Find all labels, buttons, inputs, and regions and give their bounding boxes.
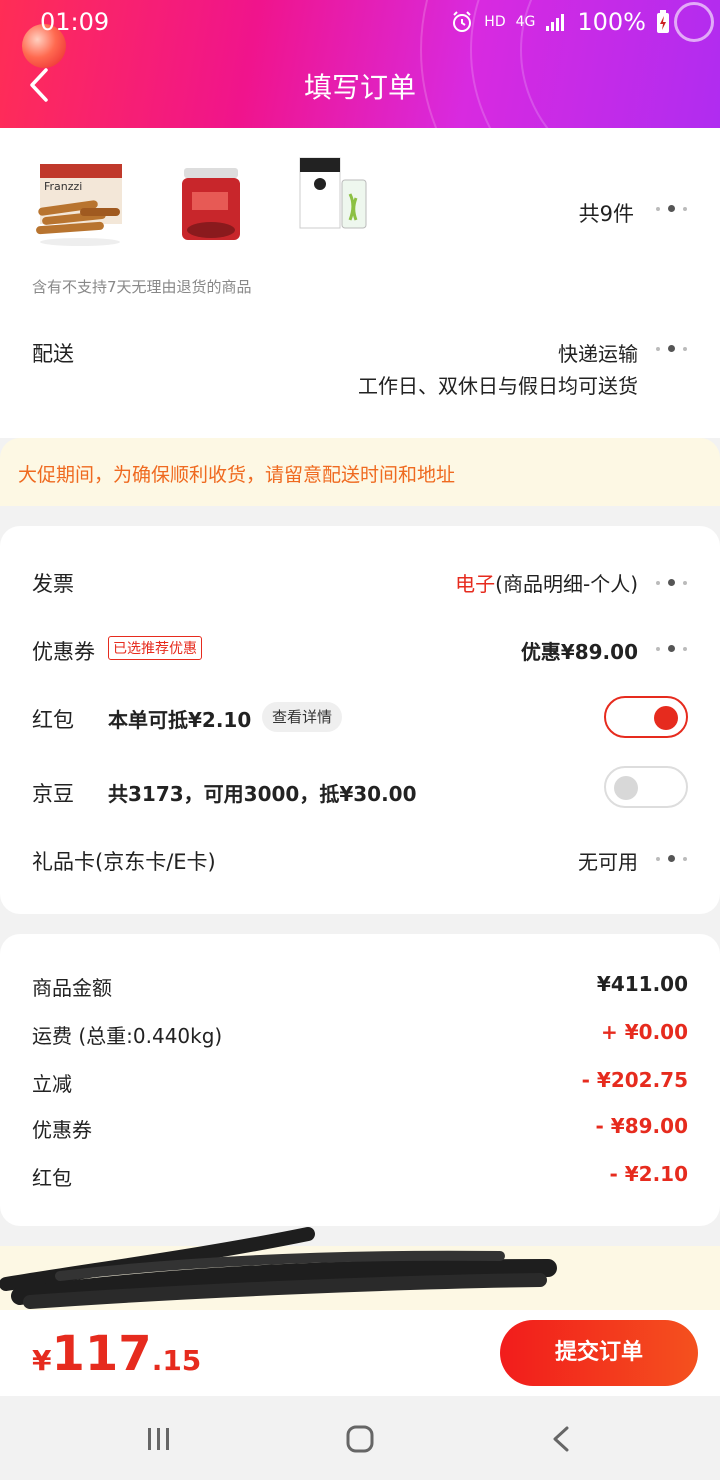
currency-symbol: ¥ [32, 1344, 52, 1377]
more-icon[interactable] [656, 344, 690, 354]
jingdou-toggle[interactable] [604, 766, 688, 808]
more-icon[interactable] [656, 578, 690, 588]
promo-banner: 大促期间，为确保顺利收货，请留意配送时间和地址 [0, 438, 720, 506]
back-nav-icon[interactable] [547, 1424, 577, 1454]
invoice-detail: (商品明细-个人) [495, 572, 638, 596]
summary-value: + ¥0.00 [601, 1020, 688, 1044]
summary-label: 立减 [32, 1072, 72, 1096]
total-integer: 117 [51, 1326, 152, 1382]
more-icon[interactable] [656, 204, 690, 214]
toggle-knob [654, 706, 678, 730]
view-details-button[interactable]: 查看详情 [262, 702, 343, 732]
summary-row-shipping: 运费 (总重:0.440kg) + ¥0.00 [32, 1020, 688, 1050]
more-icon[interactable] [656, 644, 690, 654]
summary-row-discount: 立减 - ¥202.75 [32, 1068, 688, 1098]
order-items-card: Franzzi 共9件 含有不支持7天无理由退货的商品 配送 快递运输 工作日、… [0, 128, 720, 438]
total-decimal: .15 [151, 1344, 202, 1377]
alarm-icon [453, 11, 472, 32]
invoice-type: 电子 [455, 572, 496, 596]
summary-label: 优惠券 [32, 1118, 92, 1142]
item-count[interactable]: 共9件 [579, 198, 634, 228]
system-nav-bar [0, 1396, 720, 1480]
price-summary-card: 商品金额 ¥411.00 运费 (总重:0.440kg) + ¥0.00 立减 … [0, 934, 720, 1226]
franzzi-cookies-image[interactable]: Franzzi [32, 160, 128, 250]
coupon-tag: 已选推荐优惠 [108, 636, 202, 660]
toggle-knob [614, 776, 638, 800]
payment-options-card: 发票 电子(商品明细-个人) 优惠券 已选推荐优惠 优惠¥89.00 红包 本单… [0, 526, 720, 914]
delivery-label: 配送 [32, 342, 74, 366]
checkout-bar: ¥117.15 提交订单 [0, 1310, 720, 1396]
summary-row-coupon: 优惠券 - ¥89.00 [32, 1114, 688, 1144]
status-time: 01:09 [40, 8, 110, 36]
recent-apps-icon[interactable] [144, 1424, 174, 1454]
summary-value: - ¥89.00 [595, 1114, 688, 1138]
red-packet-toggle[interactable] [604, 696, 688, 738]
gift-card-value[interactable]: 无可用 [578, 846, 638, 875]
network-indicator: 4G [515, 14, 536, 30]
invoice-label: 发票 [32, 572, 74, 596]
signal-icon [546, 14, 565, 31]
page-title: 填写订单 [303, 71, 416, 104]
red-packet-label: 红包 [32, 708, 74, 732]
summary-label: 商品金额 [32, 976, 112, 1000]
return-policy-note: 含有不支持7天无理由退货的商品 [32, 278, 252, 296]
summary-row-red-packet: 红包 - ¥2.10 [32, 1162, 688, 1192]
summary-value: - ¥202.75 [581, 1068, 688, 1092]
summary-value: ¥411.00 [596, 972, 688, 996]
tea-box-image[interactable] [294, 154, 390, 244]
home-icon[interactable] [345, 1424, 375, 1454]
summary-label: 红包 [32, 1166, 72, 1190]
gift-card-label: 礼品卡(京东卡/E卡) [32, 850, 216, 874]
box-brand-text: Franzzi [44, 180, 82, 193]
redaction-scribble [0, 1227, 557, 1309]
summary-value: - ¥2.10 [609, 1162, 688, 1186]
floating-ring-icon[interactable] [674, 2, 714, 42]
promo-banner-text: 大促期间，为确保顺利收货，请留意配送时间和地址 [18, 464, 456, 486]
battery-percent: 100% [577, 8, 646, 36]
jingdou-label: 京豆 [32, 782, 74, 806]
battery-icon [657, 10, 669, 33]
invoice-value[interactable]: 电子(商品明细-个人) [455, 568, 638, 597]
jingdou-desc: 共3173，可用3000，抵¥30.00 [108, 782, 417, 806]
red-packet-desc: 本单可抵¥2.10 [108, 708, 252, 732]
delivery-schedule[interactable]: 工作日、双休日与假日均可送货 [358, 370, 638, 399]
coupon-label: 优惠券 [32, 640, 95, 664]
status-bar: 01:09 HD 4G 100% [0, 6, 720, 38]
delivery-method[interactable]: 快递运输 [558, 338, 638, 367]
header: 01:09 HD 4G 100% 填写订单 [0, 0, 720, 128]
submit-order-button[interactable]: 提交订单 [500, 1320, 698, 1386]
summary-label: 运费 (总重:0.440kg) [32, 1024, 223, 1048]
more-icon[interactable] [656, 854, 690, 864]
summary-row-goods: 商品金额 ¥411.00 [32, 972, 688, 1002]
coupon-value[interactable]: 优惠¥89.00 [521, 636, 638, 665]
red-jar-image[interactable] [170, 164, 266, 254]
order-total: ¥117.15 [32, 1326, 201, 1382]
hd-indicator: HD [484, 14, 506, 30]
